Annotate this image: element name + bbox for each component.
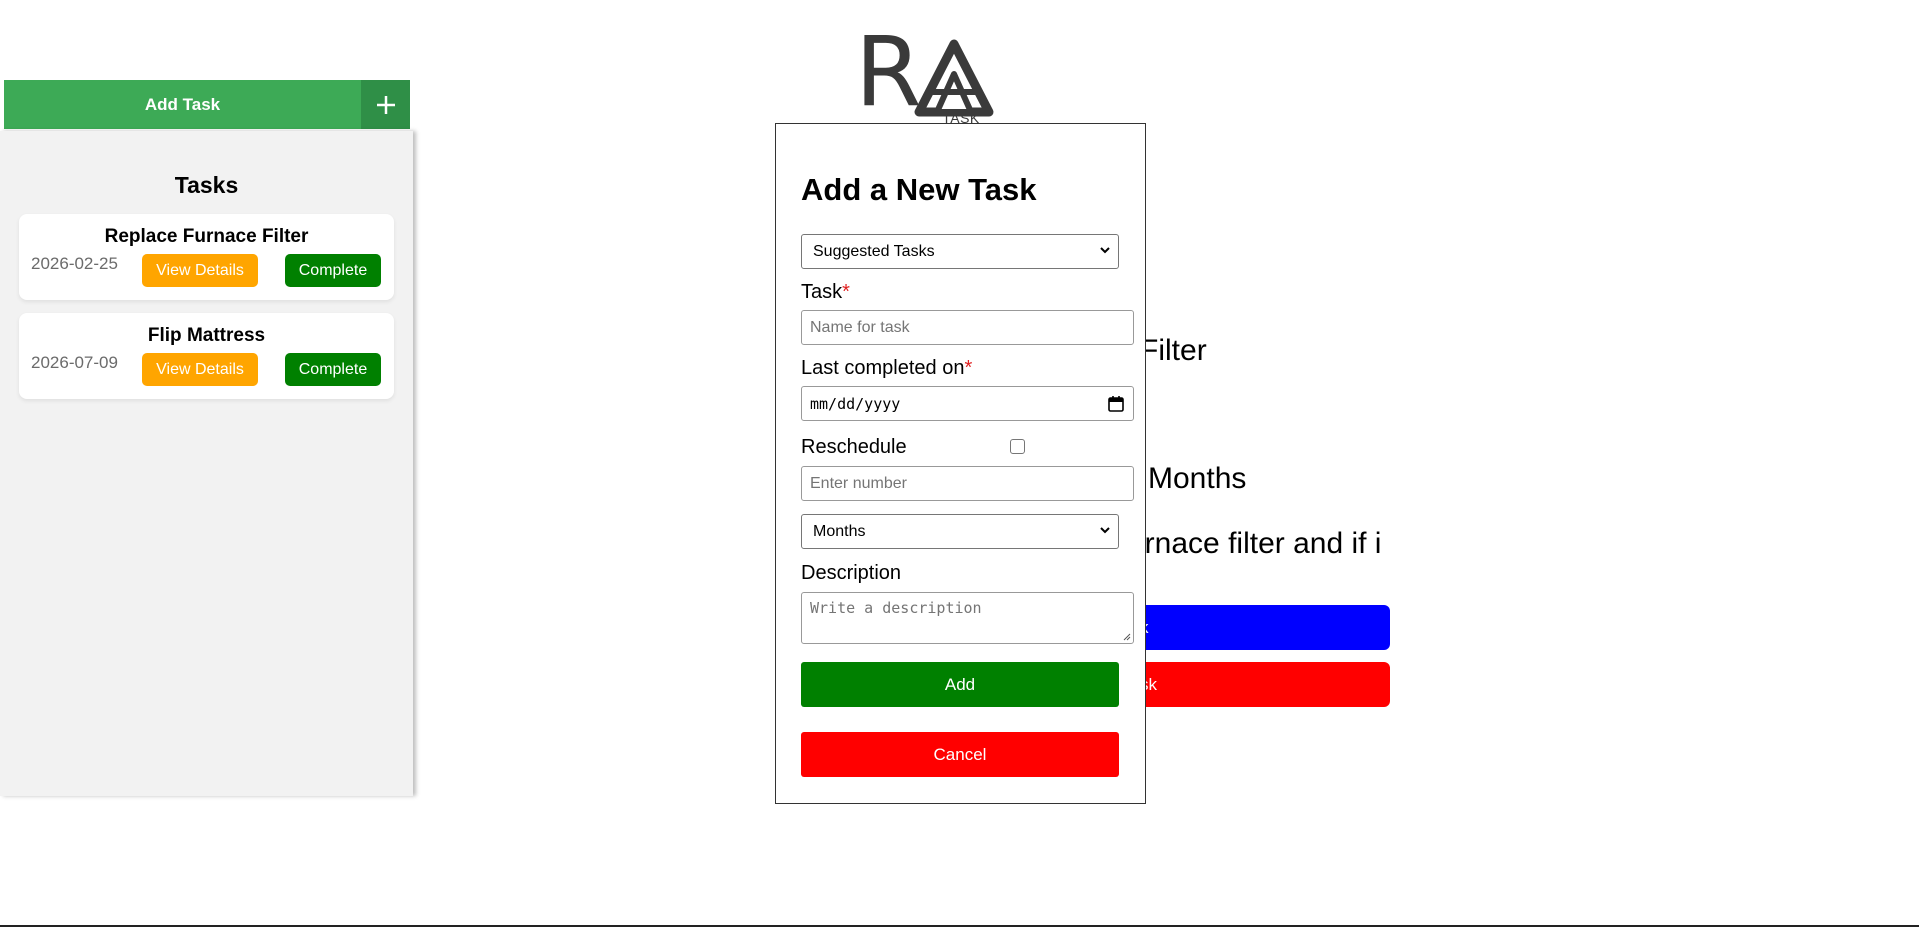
cancel-button[interactable]: Cancel xyxy=(801,732,1119,777)
task-name-placeholder: Name for task xyxy=(810,318,910,336)
interval-unit-select[interactable]: Months xyxy=(801,514,1119,549)
required-asterisk: * xyxy=(964,357,973,379)
modal-title: Add a New Task xyxy=(801,172,1037,207)
task-name-input[interactable]: Name for task xyxy=(801,310,1134,345)
last-completed-label-text: Last completed on xyxy=(801,357,965,379)
add-button[interactable]: Add xyxy=(801,662,1119,707)
task-date: 2026-07-09 xyxy=(31,353,118,372)
calendar-icon[interactable] xyxy=(1107,395,1125,413)
task-card: Replace Furnace Filter 2026-02-25 View D… xyxy=(19,214,394,300)
complete-button[interactable]: Complete xyxy=(285,254,381,287)
add-task-bar: Add Task xyxy=(4,80,410,129)
plus-icon[interactable] xyxy=(361,80,410,129)
description-textarea[interactable]: Write a description xyxy=(801,592,1134,644)
add-task-modal: Add a New Task Suggested Tasks Task* Nam… xyxy=(775,123,1146,804)
resize-handle-icon[interactable] xyxy=(1121,631,1131,641)
task-card: Flip Mattress 2026-07-09 View Details Co… xyxy=(19,313,394,399)
view-details-button[interactable]: View Details xyxy=(142,353,258,386)
chevron-down-icon xyxy=(1100,527,1110,534)
description-label: Description xyxy=(801,562,902,584)
task-date: 2026-02-25 xyxy=(31,254,118,273)
reschedule-number-input[interactable]: Enter number xyxy=(801,466,1134,501)
last-completed-label: Last completed on* xyxy=(801,357,972,380)
logo: Rre TASK REMINDER xyxy=(855,24,1069,216)
complete-button[interactable]: Complete xyxy=(285,353,381,386)
view-details-button[interactable]: View Details xyxy=(142,254,258,287)
description-placeholder: Write a description xyxy=(810,599,982,617)
chevron-down-icon xyxy=(1100,247,1110,254)
reschedule-label: Reschedule xyxy=(801,436,907,458)
reschedule-checkbox[interactable] xyxy=(1010,439,1025,454)
task-name: Flip Mattress xyxy=(147,325,266,346)
sidebar-title: Tasks xyxy=(174,172,239,198)
sidebar: Tasks Replace Furnace Filter 2026-02-25 … xyxy=(0,131,413,796)
number-placeholder: Enter number xyxy=(810,474,907,492)
task-label-text: Task xyxy=(801,281,843,303)
required-asterisk: * xyxy=(842,281,850,303)
suggested-tasks-value: Suggested Tasks xyxy=(813,242,935,260)
last-completed-date-input[interactable]: mm/dd/yyyy xyxy=(801,386,1134,421)
add-task-button[interactable]: Add Task xyxy=(4,80,361,129)
app-root: Rre TASK REMINDER Add Task Tasks Replace… xyxy=(0,0,1919,927)
task-label: Task* xyxy=(801,281,850,304)
suggested-tasks-select[interactable]: Suggested Tasks xyxy=(801,234,1119,269)
date-placeholder: mm/dd/yyyy xyxy=(810,394,901,413)
interval-unit-value: Months xyxy=(813,522,866,540)
task-name: Replace Furnace Filter xyxy=(104,226,309,247)
